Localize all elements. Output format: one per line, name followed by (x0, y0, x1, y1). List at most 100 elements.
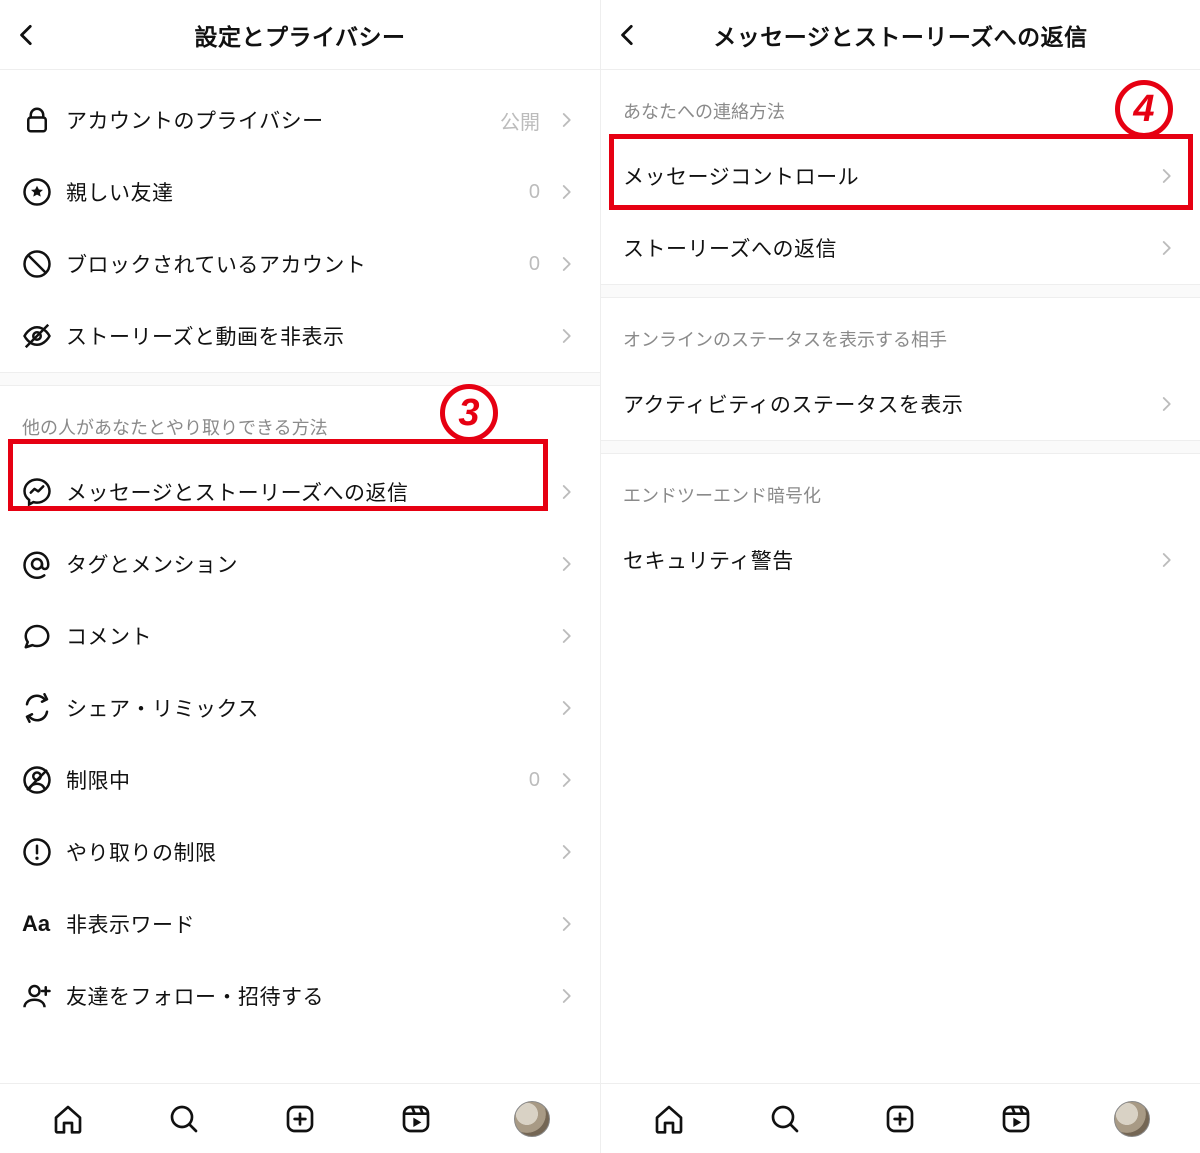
ban-icon (22, 249, 66, 279)
section-header-contact: あなたへの連絡方法 (601, 70, 1200, 140)
chevron-right-icon (554, 627, 578, 645)
row-label: 非表示ワード (66, 909, 554, 939)
row-value: 0 (529, 769, 540, 792)
row-security-alert[interactable]: セキュリティ警告 (601, 524, 1200, 596)
reels-icon (400, 1103, 432, 1135)
row-close-friends[interactable]: 親しい友達 0 (0, 156, 600, 228)
row-label: シェア・リミックス (66, 693, 554, 723)
row-label: 親しい友達 (66, 177, 529, 207)
row-tags-mentions[interactable]: タグとメンション (0, 528, 600, 600)
reels-icon (1000, 1103, 1032, 1135)
tab-reels[interactable] (394, 1097, 438, 1141)
row-activity-status[interactable]: アクティビティのステータスを表示 (601, 368, 1200, 440)
eye-off-icon (22, 321, 66, 351)
chevron-left-icon (615, 22, 641, 48)
back-button[interactable] (14, 22, 54, 48)
row-value: 0 (529, 181, 540, 204)
row-hide-stories[interactable]: ストーリーズと動画を非表示 (0, 300, 600, 372)
plus-square-icon (884, 1103, 916, 1135)
row-comments[interactable]: コメント (0, 600, 600, 672)
chevron-right-icon (554, 915, 578, 933)
row-label: やり取りの制限 (66, 837, 554, 867)
page-title: 設定とプライバシー (54, 18, 546, 52)
row-label: メッセージとストーリーズへの返信 (66, 477, 554, 507)
row-value: 公開 (500, 106, 540, 135)
row-label: アカウントのプライバシー (66, 105, 500, 135)
tab-home[interactable] (647, 1097, 691, 1141)
panel-settings-privacy: 設定とプライバシー アカウントのプライバシー 公開 親しい友達 0 ブロッ (0, 0, 600, 1153)
panel-messages-replies: メッセージとストーリーズへの返信 あなたへの連絡方法 メッセージコントロール ス… (600, 0, 1200, 1153)
section-header-online: オンラインのステータスを表示する相手 (601, 298, 1200, 368)
tab-reels[interactable] (994, 1097, 1038, 1141)
tabbar-left (0, 1083, 600, 1153)
messenger-icon (22, 477, 66, 507)
chevron-right-icon (554, 183, 578, 201)
chevron-left-icon (14, 22, 40, 48)
home-icon (653, 1103, 685, 1135)
plus-square-icon (284, 1103, 316, 1135)
section-gap (0, 372, 600, 386)
tab-search[interactable] (763, 1097, 807, 1141)
row-message-control[interactable]: メッセージコントロール (601, 140, 1200, 212)
row-label: タグとメンション (66, 549, 554, 579)
chevron-right-icon (554, 987, 578, 1005)
annotation-callout-3: 3 (440, 384, 498, 442)
back-button[interactable] (615, 22, 655, 48)
tab-create[interactable] (878, 1097, 922, 1141)
alert-circle-icon (22, 837, 66, 867)
chevron-right-icon (554, 483, 578, 501)
lock-icon (22, 105, 66, 135)
tab-home[interactable] (46, 1097, 90, 1141)
row-label: ブロックされているアカウント (66, 249, 529, 279)
row-blocked[interactable]: ブロックされているアカウント 0 (0, 228, 600, 300)
row-label: セキュリティ警告 (623, 545, 1154, 575)
row-interaction-limits[interactable]: やり取りの制限 (0, 816, 600, 888)
header-left: 設定とプライバシー (0, 0, 600, 70)
chevron-right-icon (554, 699, 578, 717)
star-circle-icon (22, 177, 66, 207)
row-hidden-words[interactable]: Aa 非表示ワード (0, 888, 600, 960)
tab-profile[interactable] (510, 1097, 554, 1141)
row-account-privacy[interactable]: アカウントのプライバシー 公開 (0, 84, 600, 156)
chevron-right-icon (554, 255, 578, 273)
section-header-e2e: エンドツーエンド暗号化 (601, 454, 1200, 524)
row-messages-replies[interactable]: メッセージとストーリーズへの返信 (0, 456, 600, 528)
row-story-replies[interactable]: ストーリーズへの返信 (601, 212, 1200, 284)
row-label: 友達をフォロー・招待する (66, 981, 554, 1011)
header-right: メッセージとストーリーズへの返信 (601, 0, 1200, 70)
callout-number: 4 (1133, 88, 1154, 131)
page-title: メッセージとストーリーズへの返信 (655, 18, 1146, 52)
row-label: メッセージコントロール (623, 161, 1154, 191)
row-label: コメント (66, 621, 554, 651)
row-restricted[interactable]: 制限中 0 (0, 744, 600, 816)
tab-create[interactable] (278, 1097, 322, 1141)
section-gap (601, 284, 1200, 298)
row-share-remix[interactable]: シェア・リミックス (0, 672, 600, 744)
section-gap (601, 440, 1200, 454)
row-label: 制限中 (66, 765, 529, 795)
restricted-icon (22, 765, 66, 795)
row-follow-invite[interactable]: 友達をフォロー・招待する (0, 960, 600, 1032)
tab-profile[interactable] (1110, 1097, 1154, 1141)
tab-search[interactable] (162, 1097, 206, 1141)
home-icon (52, 1103, 84, 1135)
row-label: ストーリーズへの返信 (623, 233, 1154, 263)
chevron-right-icon (554, 843, 578, 861)
search-icon (168, 1103, 200, 1135)
remix-icon (22, 693, 66, 723)
annotation-callout-4: 4 (1115, 80, 1173, 138)
person-add-icon (22, 981, 66, 1011)
tabbar-right (601, 1083, 1200, 1153)
chevron-right-icon (554, 555, 578, 573)
avatar-icon (514, 1101, 550, 1137)
aa-icon: Aa (22, 911, 66, 937)
chevron-right-icon (1154, 239, 1178, 257)
callout-number: 3 (458, 392, 479, 435)
content-left: アカウントのプライバシー 公開 親しい友達 0 ブロックされているアカウント 0 (0, 70, 600, 1083)
chevron-right-icon (1154, 551, 1178, 569)
row-value: 0 (529, 253, 540, 276)
content-right: あなたへの連絡方法 メッセージコントロール ストーリーズへの返信 オンラインのス… (601, 70, 1200, 1083)
chevron-right-icon (1154, 395, 1178, 413)
row-label: アクティビティのステータスを表示 (623, 389, 1154, 419)
chevron-right-icon (554, 327, 578, 345)
